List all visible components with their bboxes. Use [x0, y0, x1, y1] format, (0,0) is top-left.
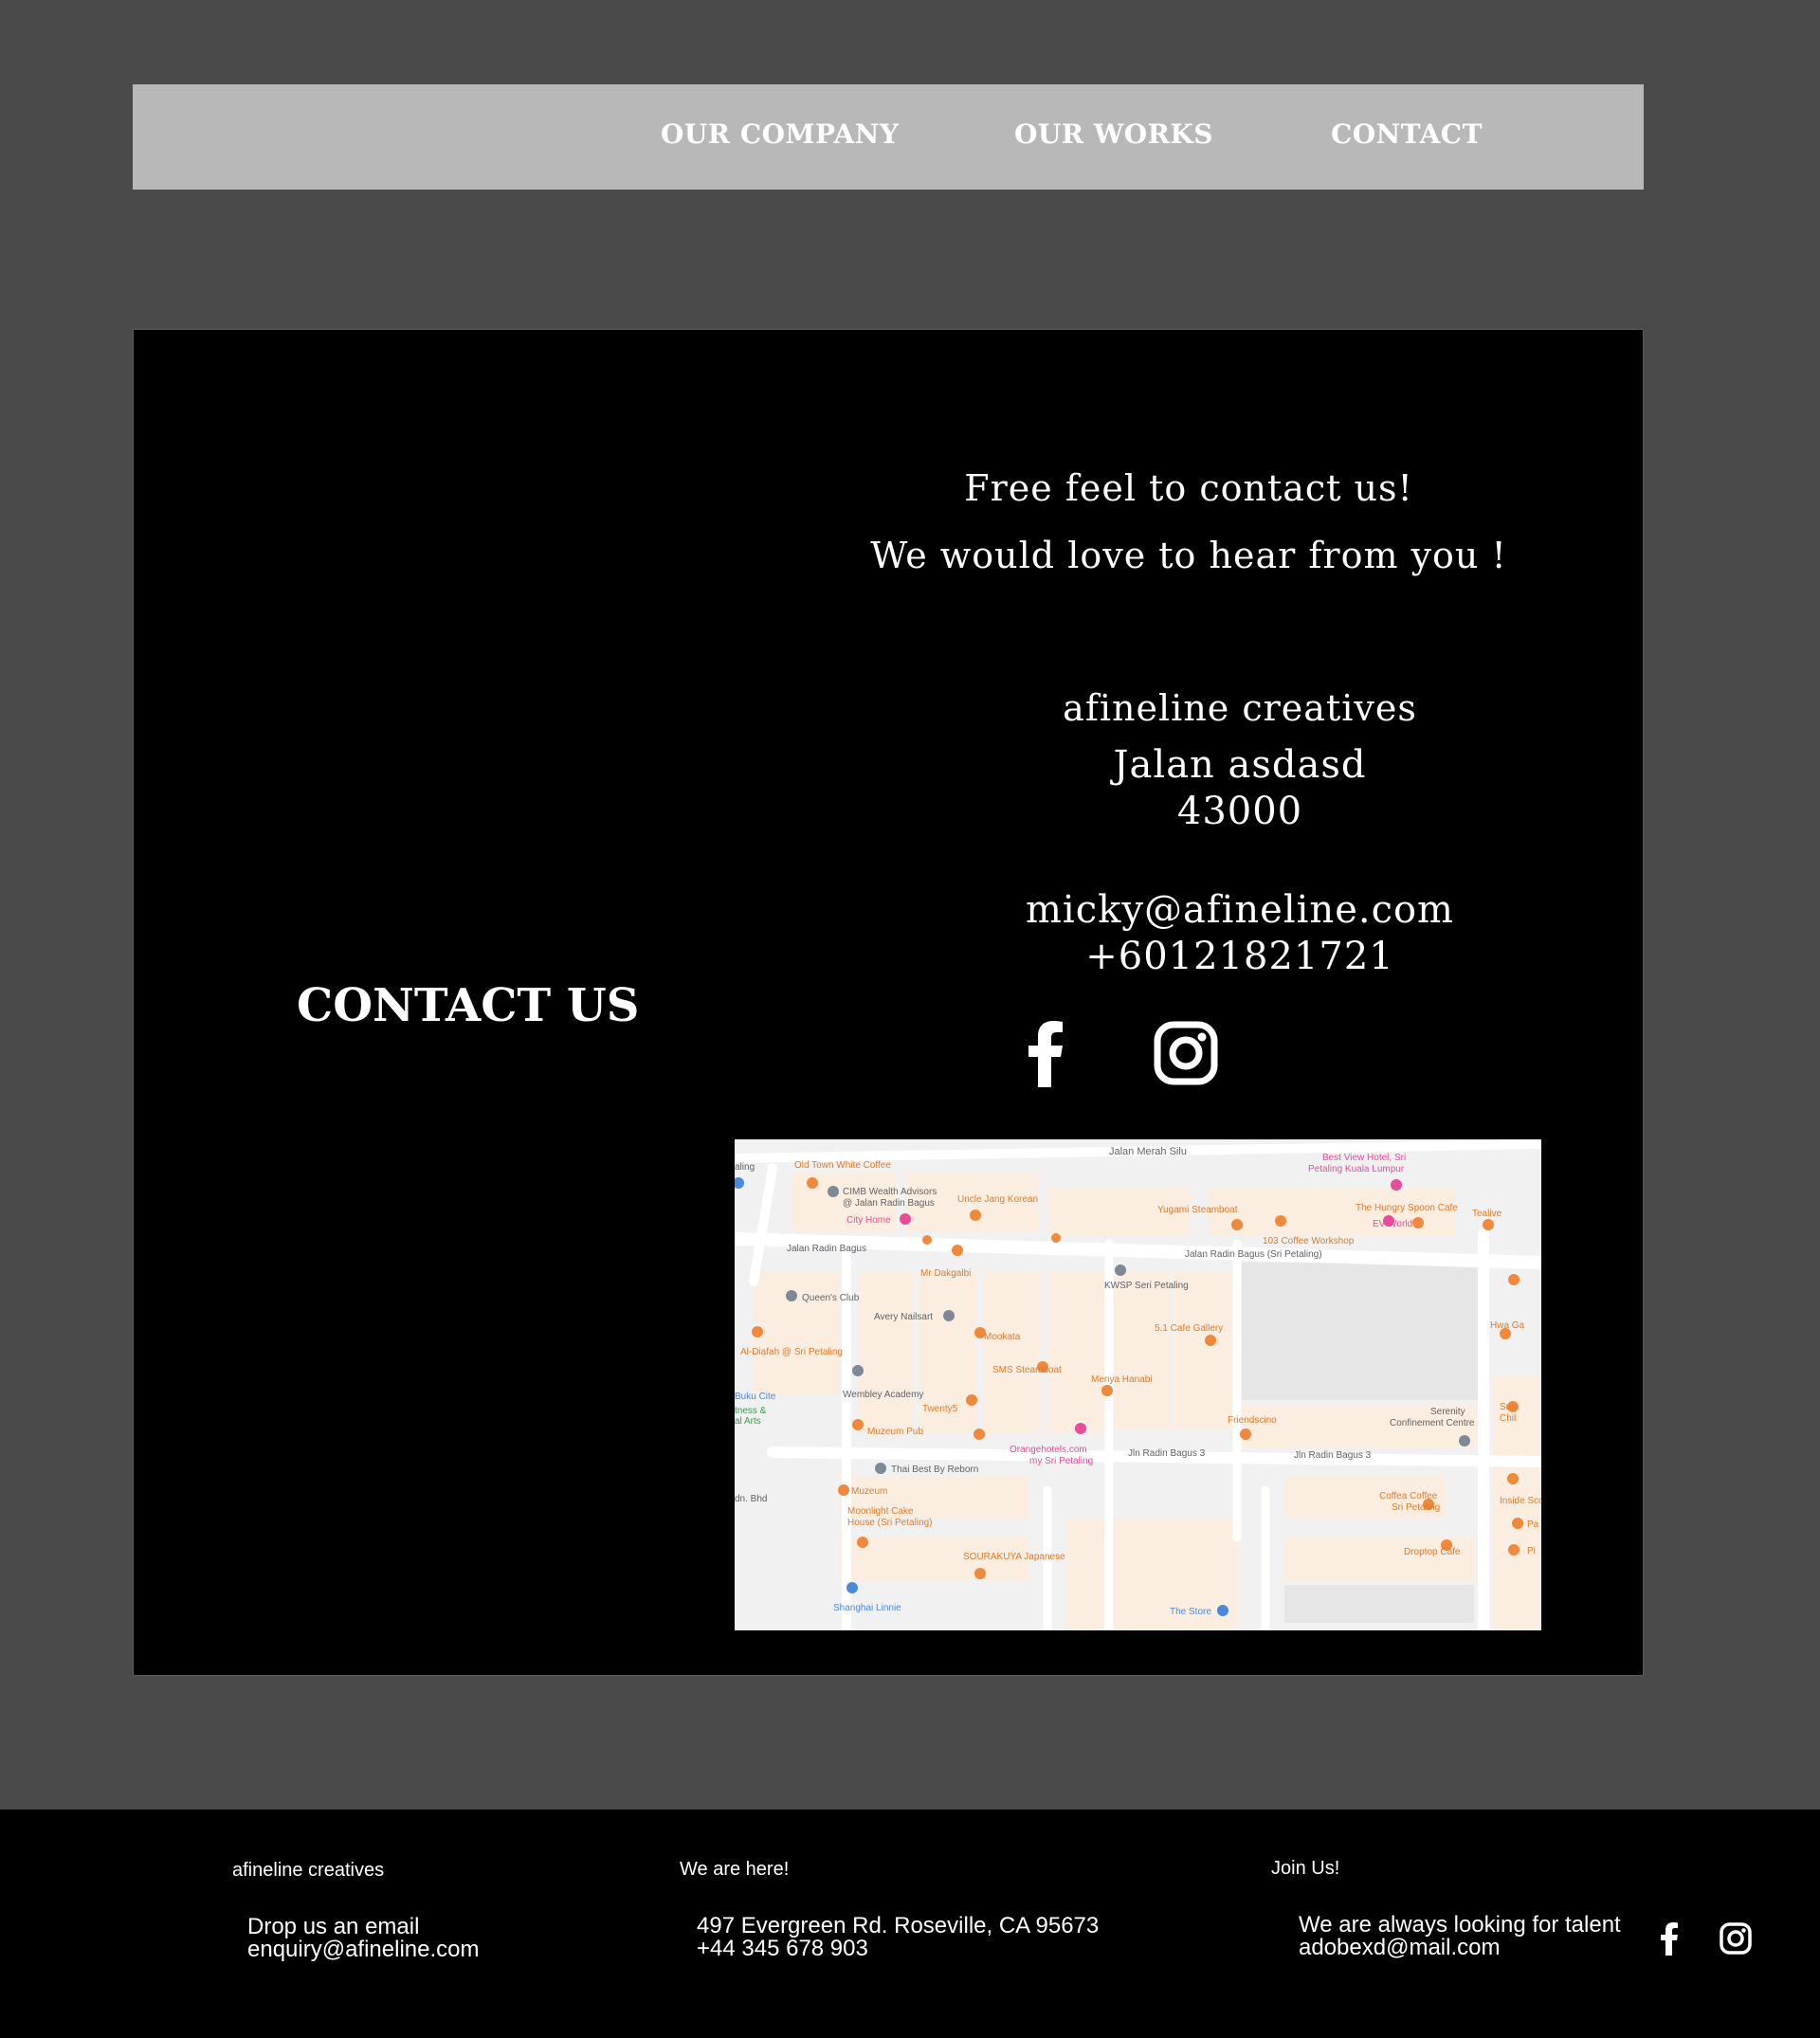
svg-text:tness &: tness & [735, 1406, 767, 1416]
address-street: Jalan asdasd [1113, 743, 1367, 787]
footer-col3-line1: We are always looking for talent [1299, 1912, 1621, 1938]
svg-text:Best View Hotel, Sri: Best View Hotel, Sri [1322, 1153, 1406, 1163]
svg-text:Chil: Chil [1500, 1413, 1516, 1424]
svg-text:Jln Radin Bagus 3: Jln Radin Bagus 3 [1128, 1448, 1206, 1459]
svg-text:Mr Dakgalbi: Mr Dakgalbi [920, 1268, 971, 1279]
site-footer: afineline creatives Drop us an email enq… [0, 1810, 1820, 2038]
svg-text:103 Coffee Workshop: 103 Coffee Workshop [1263, 1236, 1355, 1246]
nav-our-works[interactable]: OUR WORKS [1014, 118, 1213, 150]
footer-instagram-icon[interactable] [1718, 1920, 1754, 1956]
svg-text:Twenty5: Twenty5 [922, 1404, 958, 1414]
svg-text:Avery Nailsart: Avery Nailsart [874, 1312, 933, 1322]
svg-text:Buku Cite: Buku Cite [735, 1392, 776, 1402]
footer-col2-address: 497 Evergreen Rd. Roseville, CA 95673 [697, 1913, 1100, 1938]
nav-contact[interactable]: CONTACT [1331, 118, 1483, 150]
footer-col1-title: afineline creatives [232, 1860, 385, 1881]
svg-text:Tealive: Tealive [1472, 1209, 1502, 1219]
svg-text:Muzeum Pub: Muzeum Pub [867, 1427, 923, 1437]
instagram-icon[interactable] [1152, 1019, 1220, 1087]
svg-text:Serenity: Serenity [1430, 1407, 1465, 1417]
svg-text:dn. Bhd: dn. Bhd [735, 1494, 767, 1504]
svg-text:Petaling Kuala Lumpur: Petaling Kuala Lumpur [1308, 1164, 1405, 1174]
footer-col3-title: Join Us! [1271, 1858, 1340, 1879]
svg-text:Uncle Jang Korean: Uncle Jang Korean [957, 1194, 1038, 1205]
svg-text:The Hungry Spoon Cafe: The Hungry Spoon Cafe [1356, 1203, 1458, 1213]
svg-text:Jln Radin Bagus 3: Jln Radin Bagus 3 [1294, 1450, 1372, 1461]
svg-text:aling: aling [735, 1162, 755, 1173]
svg-text:Menya Hanabi: Menya Hanabi [1091, 1374, 1152, 1385]
svg-text:KWSP Seri Petaling: KWSP Seri Petaling [1104, 1281, 1189, 1291]
svg-text:CIMB Wealth Advisors: CIMB Wealth Advisors [843, 1187, 937, 1197]
footer-col1-email[interactable]: enquiry@afineline.com [247, 1938, 480, 1961]
contact-email[interactable]: micky@afineline.com [766, 888, 1714, 932]
svg-text:al Arts: al Arts [735, 1416, 761, 1427]
location-map[interactable]: Jalan Merah Silu Jalan Radin Bagus Jalan… [735, 1139, 1541, 1630]
svg-text:Wembley Academy: Wembley Academy [843, 1390, 923, 1400]
svg-text:Thai Best By Reborn: Thai Best By Reborn [891, 1465, 978, 1475]
svg-text:Yugami Steamboat: Yugami Steamboat [1157, 1205, 1238, 1215]
intro-line-1: Free feel to contact us! [964, 467, 1413, 509]
svg-text:City Home: City Home [846, 1215, 891, 1226]
svg-text:Muzeum: Muzeum [851, 1486, 887, 1497]
svg-text:Coffea Coffee: Coffea Coffee [1379, 1491, 1438, 1501]
contact-panel: CONTACT US Free feel to contact us! We w… [133, 329, 1644, 1676]
intro-line-2: We would love to hear from you ! [870, 535, 1507, 576]
svg-text:Old Town White Coffee: Old Town White Coffee [794, 1160, 891, 1171]
contact-us-heading: CONTACT US [297, 979, 640, 1032]
svg-text:EV World: EV World [1373, 1219, 1412, 1229]
svg-text:Confinement Centre: Confinement Centre [1390, 1418, 1475, 1428]
svg-text:Jalan Radin Bagus (Sri Petalin: Jalan Radin Bagus (Sri Petaling) [1185, 1249, 1322, 1260]
svg-text:Hwa Ga: Hwa Ga [1490, 1320, 1525, 1331]
facebook-icon[interactable] [1015, 1019, 1076, 1087]
svg-text:Inside Sco: Inside Sco [1500, 1496, 1541, 1506]
svg-text:my Sri Petaling: my Sri Petaling [1029, 1456, 1093, 1466]
footer-facebook-icon[interactable] [1653, 1920, 1685, 1956]
svg-text:Pi: Pi [1527, 1546, 1536, 1556]
footer-col2-title: We are here! [680, 1859, 790, 1880]
top-navbar: OUR COMPANY OUR WORKS CONTACT [133, 84, 1644, 190]
footer-col2-phone[interactable]: +44 345 678 903 [697, 1938, 868, 1960]
svg-text:Jalan Merah Silu: Jalan Merah Silu [1109, 1146, 1187, 1157]
svg-text:Pa: Pa [1527, 1519, 1539, 1530]
svg-text:Orangehotels.com: Orangehotels.com [1010, 1445, 1087, 1455]
address-postcode: 43000 [1176, 790, 1303, 833]
contact-phone[interactable]: +60121821721 [766, 935, 1714, 978]
svg-text:Droptop Cafe: Droptop Cafe [1404, 1547, 1461, 1557]
svg-text:Queen's Club: Queen's Club [802, 1293, 860, 1303]
svg-text:Sup: Sup [1500, 1402, 1517, 1412]
nav-our-company[interactable]: OUR COMPANY [661, 118, 899, 150]
footer-col3-email[interactable]: adobexd@mail.com [1299, 1937, 1500, 1959]
svg-text:SOURAKUYA Japanese: SOURAKUYA Japanese [963, 1552, 1065, 1562]
svg-text:Shanghai Linnie: Shanghai Linnie [833, 1603, 901, 1613]
footer-col1-line1: Drop us an email [247, 1914, 420, 1939]
svg-text:SMS Steamboat: SMS Steamboat [992, 1365, 1062, 1375]
svg-text:Sri Petaling: Sri Petaling [1392, 1502, 1440, 1513]
company-name: afineline creatives [1063, 687, 1417, 729]
svg-text:House (Sri Petaling): House (Sri Petaling) [847, 1518, 932, 1528]
svg-text:Al-Diafah @ Sri Petaling: Al-Diafah @ Sri Petaling [740, 1347, 843, 1357]
svg-text:5.1 Cafe Gallery: 5.1 Cafe Gallery [1155, 1323, 1223, 1334]
svg-text:The Store: The Store [1170, 1607, 1211, 1617]
svg-text:@ Jalan Radin Bagus: @ Jalan Radin Bagus [843, 1198, 935, 1209]
svg-text:Mookata: Mookata [984, 1332, 1021, 1342]
svg-text:Jalan Radin Bagus: Jalan Radin Bagus [787, 1244, 866, 1254]
svg-text:Friendscino: Friendscino [1228, 1415, 1277, 1426]
svg-text:Moonlight Cake: Moonlight Cake [847, 1506, 914, 1517]
